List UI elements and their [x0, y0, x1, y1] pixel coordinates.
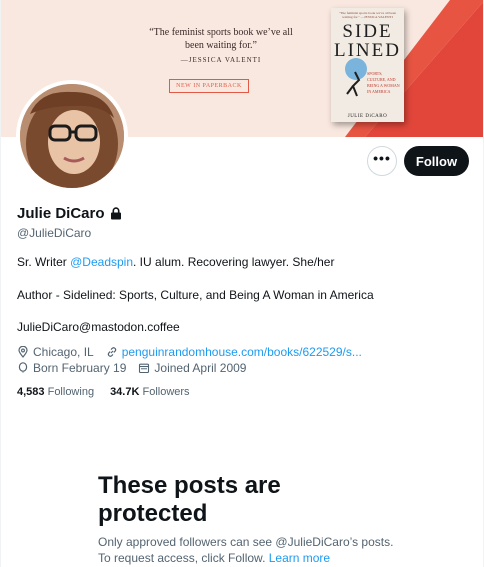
- birthday-text: Born February 19: [33, 361, 127, 375]
- book-cover-subtitle: SPORTS, CULTURE, AND BEING A WOMAN IN AM…: [367, 71, 400, 94]
- banner-paperback-label: NEW IN PAPERBACK: [169, 79, 249, 93]
- banner-quote-author: —JESSICA VALENTI: [180, 56, 262, 64]
- book-cover-author: JULIE DiCARO: [347, 114, 388, 119]
- profile-name: Julie DiCaro: [17, 205, 105, 222]
- book-cover-title: SIDE LINED: [334, 21, 401, 61]
- profile-birthday: Born February 19: [17, 361, 126, 375]
- bio-mention-link[interactable]: @Deadspin: [70, 255, 133, 269]
- location-pin-icon: [18, 346, 28, 358]
- link-icon: [107, 347, 116, 357]
- following-stat[interactable]: 4,583 Following: [17, 386, 94, 398]
- book-cover-blurb: "The feminist sports book we've all been…: [338, 11, 397, 19]
- calendar-icon: [139, 363, 150, 374]
- protected-description-text: Only approved followers can see @JulieDi…: [98, 535, 394, 565]
- book-cover-figure-graphic: [346, 71, 361, 97]
- profile-meta-row-1: Chicago, IL penguinrandomhouse.com/books…: [17, 345, 374, 359]
- protected-title: These posts are protected: [98, 472, 281, 527]
- balloon-icon: [18, 362, 28, 373]
- learn-more-link[interactable]: Learn more: [269, 551, 330, 565]
- banner-quote: “The feminist sports book we’ve all been…: [149, 27, 293, 51]
- location-text: Chicago, IL: [33, 345, 94, 359]
- bio-text-prefix: Sr. Writer: [17, 255, 71, 269]
- lock-icon: [110, 207, 121, 220]
- avatar-image: [20, 84, 124, 188]
- profile-meta-row-2: Born February 19 Joined April 2009: [17, 361, 258, 375]
- profile-page: “The feminist sports book we’ve all been…: [0, 0, 484, 567]
- following-count: 4,583: [17, 386, 45, 398]
- followers-count: 34.7K: [110, 386, 140, 398]
- bio-text-suffix: . IU alum. Recovering lawyer. She/her: [133, 255, 335, 269]
- followers-stat[interactable]: 34.7K Followers: [110, 386, 190, 398]
- following-label: Following: [47, 386, 95, 398]
- profile-website[interactable]: penguinrandomhouse.com/books/622529/s...: [106, 345, 362, 359]
- book-cover: "The feminist sports book we've all been…: [331, 8, 404, 122]
- more-icon: •••: [373, 150, 391, 166]
- profile-name-row: Julie DiCaro: [17, 205, 122, 222]
- avatar[interactable]: [16, 80, 128, 192]
- follow-button[interactable]: Follow: [404, 146, 469, 176]
- more-options-button[interactable]: •••: [367, 146, 397, 176]
- website-link[interactable]: penguinrandomhouse.com/books/622529/s...: [122, 345, 362, 359]
- protected-description: Only approved followers can see @JulieDi…: [98, 534, 398, 566]
- profile-joined: Joined April 2009: [138, 361, 246, 375]
- profile-location: Chicago, IL: [17, 345, 94, 359]
- follow-stats: 4,583 Following 34.7K Followers: [17, 386, 190, 398]
- followers-label: Followers: [142, 386, 190, 398]
- profile-bio-line-1: Sr. Writer @Deadspin. IU alum. Recoverin…: [17, 255, 334, 269]
- profile-bio-line-2: Author - Sidelined: Sports, Culture, and…: [17, 288, 374, 302]
- profile-bio-line-3: JulieDiCaro@mastodon.coffee: [17, 320, 180, 334]
- profile-handle: @JulieDiCaro: [17, 226, 92, 240]
- joined-text: Joined April 2009: [154, 361, 247, 375]
